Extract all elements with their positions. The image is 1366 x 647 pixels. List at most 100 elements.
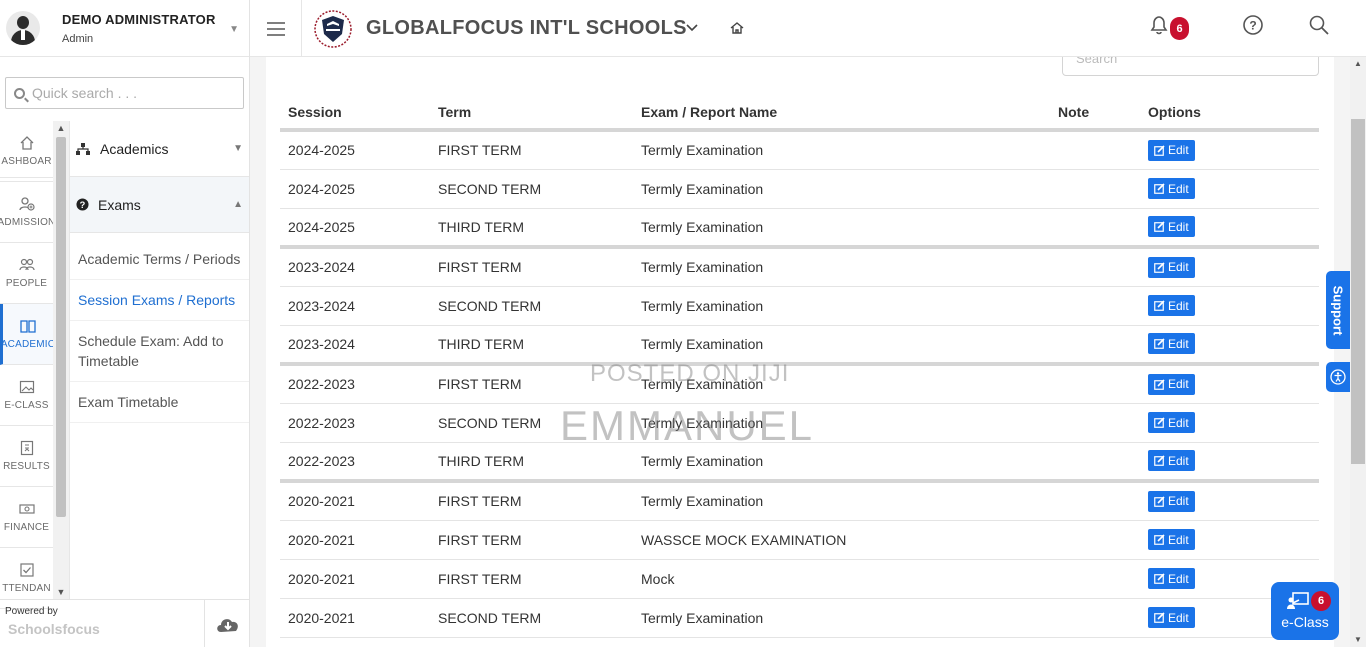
cell-session: 2022-2023 [280, 364, 430, 404]
submenu-exams[interactable]: ? Exams ▲ [70, 177, 249, 233]
school-name[interactable]: GLOBALFOCUS INT'L SCHOOLS [366, 17, 687, 40]
quick-search[interactable] [5, 77, 244, 109]
table-row: 2023-2024 FIRST TERM Termly Examination Edi… [280, 247, 1319, 287]
cell-session: 2024-2025 [280, 169, 430, 209]
edit-button[interactable]: Edit [1148, 178, 1195, 199]
submenu-link-academic-terms[interactable]: Academic Terms / Periods [70, 239, 249, 280]
table-row: 2020-2021 FIRST TERM Termly Examination Edi… [280, 481, 1319, 521]
table-row: 2020-2021 SECOND TERM Termly Examination Ed… [280, 598, 1319, 638]
column-header-term[interactable]: Term [430, 95, 633, 130]
hamburger-icon [266, 21, 285, 36]
user-profile[interactable]: DEMO ADMINISTRATOR Admin ▼ [0, 0, 249, 57]
cell-note [1050, 442, 1140, 483]
cell-note [1050, 403, 1140, 443]
image-icon [19, 380, 34, 394]
scroll-up-icon[interactable]: ▲ [1350, 57, 1366, 71]
session-exams-table: Session Term Exam / Report Name Note Opt… [280, 95, 1319, 638]
caret-down-icon[interactable]: ▼ [229, 24, 239, 35]
cell-note [1050, 325, 1140, 366]
edit-button[interactable]: Edit [1148, 607, 1195, 628]
column-header-exam-name[interactable]: Exam / Report Name [633, 95, 1050, 130]
cell-note [1050, 286, 1140, 326]
scroll-up-icon[interactable]: ▲ [53, 121, 69, 135]
edit-button[interactable]: Edit [1148, 568, 1195, 589]
edit-button[interactable]: Edit [1148, 450, 1195, 472]
edit-button[interactable]: Edit [1148, 216, 1195, 238]
cell-note [1050, 520, 1140, 560]
scroll-thumb[interactable] [56, 137, 66, 517]
cell-term: FIRST TERM [430, 520, 633, 560]
cell-exam-name: WASSCE MOCK EXAMINATION [633, 520, 1050, 560]
sidebar-footer: Powered by Schoolsfocus [0, 599, 250, 647]
chalkboard-teacher-icon [1287, 592, 1309, 609]
submenu-link-session-exams[interactable]: Session Exams / Reports [70, 280, 249, 321]
cell-note [1050, 247, 1140, 287]
question-circle-icon: ? [76, 198, 89, 211]
eclass-button[interactable]: 6 e-Class [1271, 582, 1339, 640]
page-scrollbar[interactable]: ▲ ▼ [1350, 57, 1366, 647]
rail-item-dashboard[interactable]: ASHBOAR [0, 121, 53, 182]
scroll-thumb[interactable] [1351, 119, 1365, 464]
edit-icon [1154, 534, 1165, 545]
edit-button[interactable]: Edit [1148, 139, 1195, 161]
submenu-link-schedule-exam[interactable]: Schedule Exam: Add to Timetable [70, 321, 249, 382]
edit-button[interactable]: Edit [1148, 373, 1195, 395]
rail-item-admission[interactable]: ADMISSION [0, 182, 53, 243]
submenu-academics[interactable]: Academics ▼ [70, 121, 249, 177]
submenu-exams-label: Exams [98, 196, 141, 213]
edit-label: Edit [1168, 610, 1189, 625]
bell-icon[interactable] [1148, 14, 1170, 36]
quick-search-input[interactable] [32, 85, 232, 101]
cell-session: 2020-2021 [280, 559, 430, 599]
edit-button[interactable]: Edit [1148, 529, 1195, 550]
edit-button[interactable]: Edit [1148, 490, 1195, 512]
chevron-down-icon[interactable] [685, 20, 699, 34]
rail-item-finance[interactable]: FINANCE [0, 487, 53, 548]
rail-item-eclass[interactable]: E-CLASS [0, 365, 53, 426]
table-row: 2020-2021 FIRST TERM Mock Edit [280, 559, 1319, 599]
cell-term: FIRST TERM [430, 559, 633, 599]
edit-label: Edit [1168, 571, 1189, 586]
search-icon [14, 87, 25, 99]
rail-item-results[interactable]: RESULTS [0, 426, 53, 487]
column-header-note[interactable]: Note [1050, 95, 1140, 130]
cell-session: 2022-2023 [280, 403, 430, 443]
edit-button[interactable]: Edit [1148, 412, 1195, 433]
help-icon[interactable]: ? [1242, 14, 1264, 36]
avatar [6, 11, 40, 45]
scroll-down-icon[interactable]: ▼ [53, 585, 69, 599]
scroll-down-icon[interactable]: ▼ [1350, 633, 1366, 647]
menu-toggle-button[interactable] [250, 0, 302, 57]
table-row: 2024-2025 SECOND TERM Termly Examination Ed… [280, 169, 1319, 209]
edit-button[interactable]: Edit [1148, 333, 1195, 355]
edit-label: Edit [1168, 336, 1189, 351]
edit-icon [1154, 221, 1165, 233]
download-button[interactable] [204, 600, 250, 647]
home-icon[interactable] [729, 20, 745, 36]
column-header-session[interactable]: Session [280, 95, 430, 130]
cell-term: FIRST TERM [430, 481, 633, 521]
support-tab[interactable]: Support [1326, 271, 1350, 349]
cell-term: THIRD TERM [430, 325, 633, 366]
rail-item-people[interactable]: PEOPLE [0, 243, 53, 304]
notification-badge: 6 [1170, 17, 1189, 40]
rail-item-academic[interactable]: ACADEMIC [0, 304, 53, 365]
edit-button[interactable]: Edit [1148, 295, 1195, 316]
cell-exam-name: Termly Examination [633, 286, 1050, 326]
book-icon [20, 320, 36, 333]
cell-options: Edit [1140, 442, 1319, 483]
rail-scrollbar[interactable]: ▲ ▼ [53, 121, 69, 599]
edit-button[interactable]: Edit [1148, 256, 1195, 278]
powered-by-label: Powered by [5, 606, 58, 617]
svg-text:?: ? [1249, 19, 1256, 33]
search-icon[interactable] [1308, 14, 1330, 36]
submenu-link-exam-timetable[interactable]: Exam Timetable [70, 382, 249, 423]
cell-options: Edit [1140, 403, 1319, 443]
cell-term: FIRST TERM [430, 130, 633, 170]
accessibility-button[interactable] [1326, 362, 1350, 392]
column-header-options: Options [1148, 103, 1201, 120]
user-name: DEMO ADMINISTRATOR [62, 11, 216, 27]
watermark-line2: EMMANUEL [560, 402, 815, 449]
edit-icon [1154, 338, 1165, 350]
table-search-input[interactable]: Search [1062, 57, 1319, 76]
